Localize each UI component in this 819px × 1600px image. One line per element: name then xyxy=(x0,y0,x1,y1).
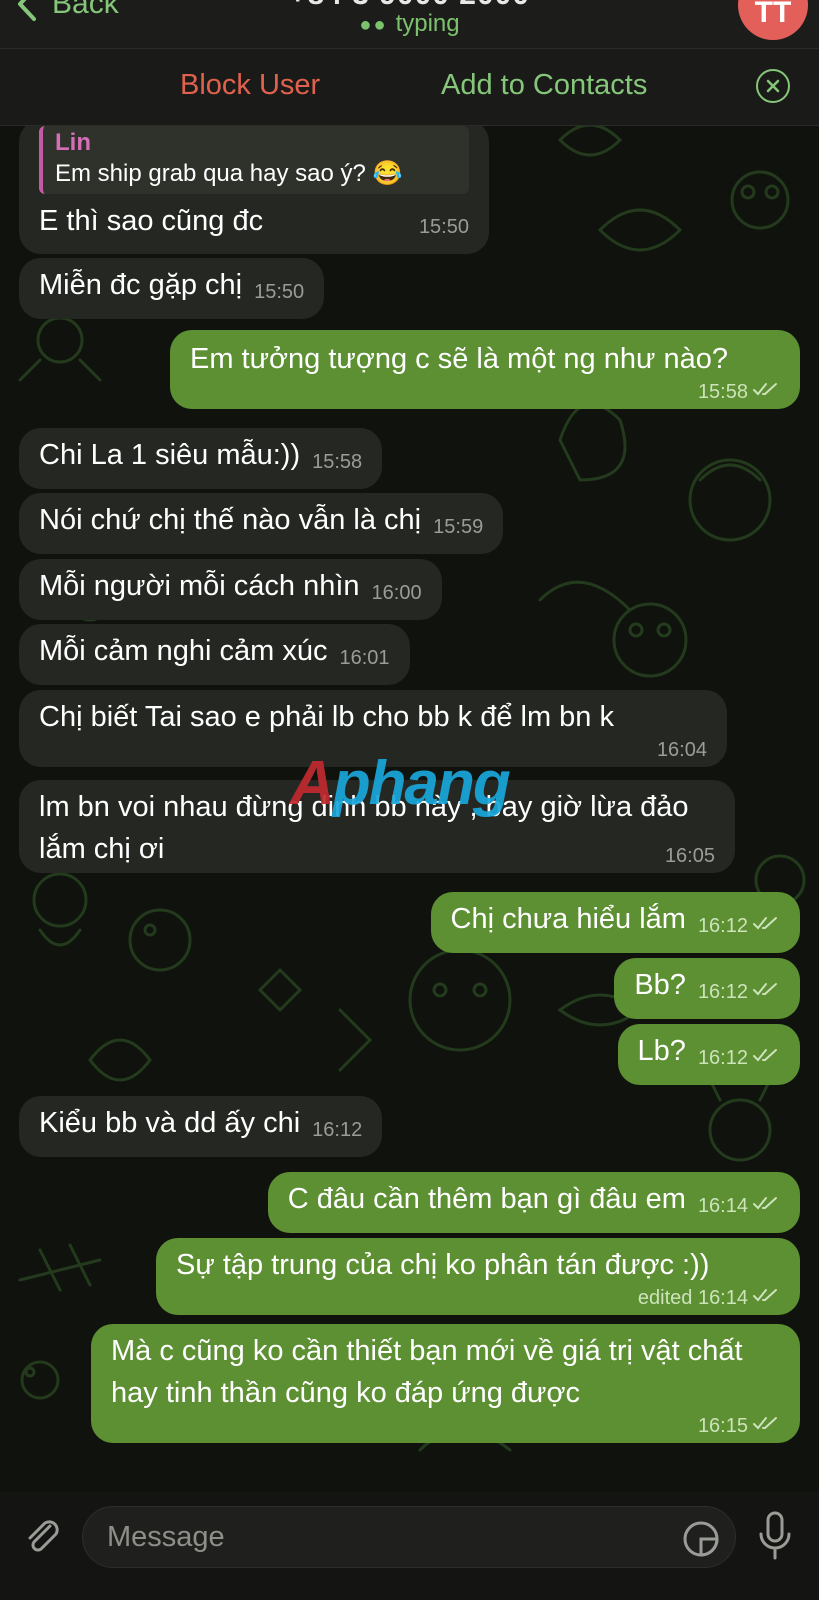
sticker-icon[interactable] xyxy=(682,1520,720,1558)
double-check-icon xyxy=(753,983,777,996)
double-check-icon xyxy=(753,1289,777,1302)
message-time: 15:58 xyxy=(697,381,748,403)
message-text: Lb? xyxy=(637,1035,686,1067)
block-user-button[interactable]: Block User xyxy=(180,69,320,102)
message-text: Chi La 1 siêu mẫu:)) xyxy=(39,439,301,471)
message-time: 16:12 xyxy=(697,915,748,937)
message-text: Mỗi người mỗi cách nhìn xyxy=(39,570,360,602)
message-outgoing[interactable]: Chị chưa hiểu lắm 16:12 xyxy=(430,892,800,953)
message-text: Mà c cũng ko cần thiết bạn mới về giá tr… xyxy=(111,1335,743,1409)
close-icon xyxy=(766,79,780,93)
message-time: 16:15 xyxy=(697,1415,748,1437)
double-check-icon xyxy=(753,917,777,930)
chat-header: Back +84 3 9000 2000 ●●typing TT xyxy=(0,0,819,48)
message-outgoing[interactable]: Em tưởng tượng c sẽ là một ng như nào? 1… xyxy=(170,330,800,409)
double-check-icon xyxy=(753,1417,777,1430)
message-incoming[interactable]: Lin Em ship grab qua hay sao ý? 😂 E thì … xyxy=(19,120,489,254)
message-text: Chị biết Tai sao e phải lb cho bb k để l… xyxy=(39,701,614,733)
message-time: edited 16:14 xyxy=(637,1287,748,1309)
message-text: Bb? xyxy=(634,969,686,1001)
message-time: 16:00 xyxy=(371,582,422,604)
double-check-icon xyxy=(753,1197,777,1210)
message-incoming[interactable]: Chi La 1 siêu mẫu:)) 15:58 xyxy=(19,428,383,489)
watermark-part-1: A xyxy=(290,749,335,818)
message-incoming[interactable]: Nói chứ chị thế nào vẫn là chị 15:59 xyxy=(19,493,504,554)
message-composer xyxy=(0,1492,819,1600)
message-time: 16:12 xyxy=(697,1047,748,1069)
message-outgoing[interactable]: Bb? 16:12 xyxy=(614,958,800,1019)
message-text: Miễn đc gặp chị xyxy=(39,269,243,301)
message-incoming[interactable]: Miễn đc gặp chị 15:50 xyxy=(19,258,325,319)
message-time: 15:50 xyxy=(254,281,305,303)
microphone-icon[interactable] xyxy=(755,1510,795,1562)
reply-author: Lin xyxy=(55,129,91,156)
message-outgoing[interactable]: C đâu cần thêm bạn gì đâu em 16:14 xyxy=(267,1172,800,1233)
message-outgoing[interactable]: Mà c cũng ko cần thiết bạn mới về giá tr… xyxy=(91,1324,800,1443)
message-time: 15:50 xyxy=(418,216,469,238)
add-to-contacts-button[interactable]: Add to Contacts xyxy=(441,69,647,102)
message-text: Chị chưa hiểu lắm xyxy=(450,903,686,935)
attach-icon[interactable] xyxy=(20,1514,64,1558)
message-text: Kiểu bb và dd ấy chi xyxy=(39,1107,301,1139)
message-time: 16:01 xyxy=(339,647,390,669)
watermark-part-2: phang xyxy=(332,749,511,818)
message-incoming[interactable]: Mỗi cảm nghi cảm xúc 16:01 xyxy=(19,624,410,685)
message-time: 16:04 xyxy=(656,739,707,761)
message-time: 15:58 xyxy=(312,451,363,473)
typing-label: typing xyxy=(395,10,460,37)
message-outgoing[interactable]: Lb? 16:12 xyxy=(617,1024,800,1085)
message-text: Nói chứ chị thế nào vẫn là chị xyxy=(39,504,422,536)
message-text: C đâu cần thêm bạn gì đâu em xyxy=(287,1183,686,1215)
message-incoming[interactable]: Mỗi người mỗi cách nhìn 16:00 xyxy=(19,559,442,620)
contact-action-bar: Block User Add to Contacts xyxy=(0,48,819,126)
message-incoming[interactable]: Kiểu bb và dd ấy chi 16:12 xyxy=(19,1096,383,1157)
typing-dots-icon: ●● xyxy=(359,14,388,36)
close-action-bar-button[interactable] xyxy=(756,69,790,103)
watermark-logo: Aphang xyxy=(290,748,511,819)
double-check-icon xyxy=(753,1049,777,1062)
reply-text: Em ship grab qua hay sao ý? 😂 xyxy=(55,160,403,187)
message-input[interactable] xyxy=(82,1506,736,1568)
double-check-icon xyxy=(753,383,777,396)
message-time: 16:14 xyxy=(697,1195,748,1217)
message-time: 16:12 xyxy=(312,1119,363,1141)
typing-status: ●● typing xyxy=(0,10,819,38)
message-outgoing[interactable]: Sự tập trung của chị ko phân tán được :)… xyxy=(156,1238,800,1315)
message-time: 16:12 xyxy=(697,981,748,1003)
message-text: E thì sao cũng đc xyxy=(39,205,264,237)
message-text: Mỗi cảm nghi cảm xúc xyxy=(39,635,328,667)
message-time: 16:05 xyxy=(664,845,715,867)
message-time: 15:59 xyxy=(433,516,484,538)
reply-quote[interactable]: Lin Em ship grab qua hay sao ý? 😂 xyxy=(39,126,469,194)
